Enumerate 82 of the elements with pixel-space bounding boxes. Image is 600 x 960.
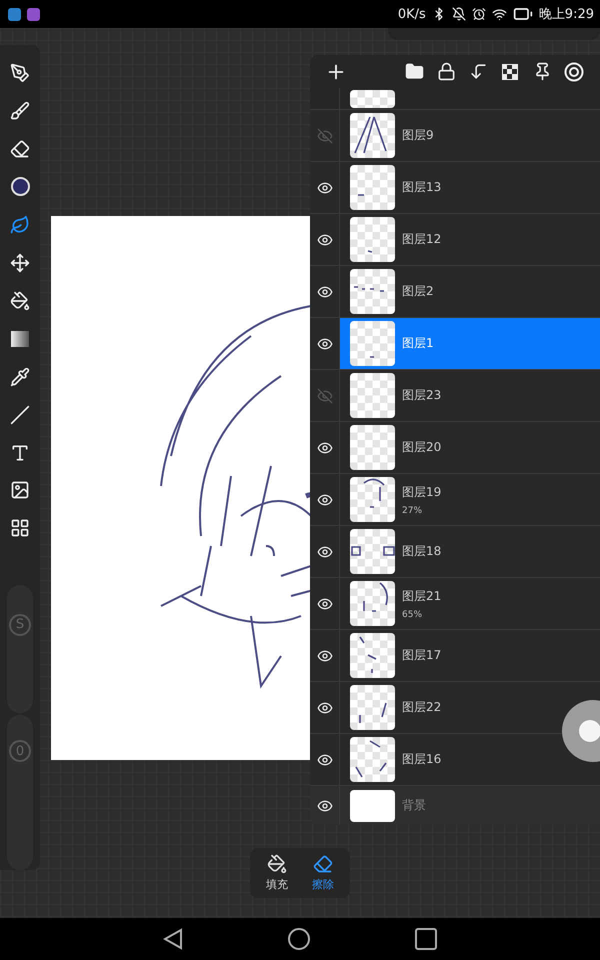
sketch-thumbnail-drawing <box>351 546 395 556</box>
layer-name: 图层21 <box>402 588 442 604</box>
sketch-thumbnail-drawing <box>355 740 387 778</box>
sketch-thumbnail-drawing <box>368 250 372 253</box>
sketch-thumbnail-drawing <box>359 702 387 724</box>
mode-button[interactable]: 填充 <box>266 854 288 892</box>
paint-bucket-icon <box>10 290 30 311</box>
layer-name: 图层20 <box>402 439 442 456</box>
layer-name: 背景 <box>402 797 426 814</box>
eye-icon <box>316 284 332 300</box>
layer-thumbnail <box>350 90 395 108</box>
wifi-icon <box>492 6 507 22</box>
app-icon <box>27 8 40 20</box>
grid-icon <box>10 518 30 538</box>
layer-row[interactable]: 图层21 65% <box>340 578 600 629</box>
eye-icon <box>316 752 332 768</box>
eraser-icon <box>10 138 30 159</box>
layer-row[interactable]: 图层9 <box>340 110 600 161</box>
back-button[interactable] <box>163 928 183 950</box>
line-icon <box>10 404 30 425</box>
layer-thumbnail <box>350 425 395 470</box>
layer-name: 图层23 <box>402 387 442 404</box>
layer-name: 图层19 <box>402 484 442 500</box>
selected-layer-row[interactable]: 图层1 <box>340 318 600 369</box>
layer-name: 图层9 <box>402 127 434 144</box>
layer-opacity: 65% <box>402 610 424 620</box>
eye-icon <box>316 492 332 508</box>
layer-row[interactable]: 图层13 <box>340 162 600 213</box>
alarm-icon <box>472 7 486 21</box>
home-button[interactable] <box>287 927 311 951</box>
eye-off-icon <box>316 128 332 144</box>
lasso-icon <box>10 214 30 235</box>
sketch-thumbnail-drawing <box>353 286 385 292</box>
eye-icon <box>316 648 332 664</box>
layer-name: 图层18 <box>402 543 442 560</box>
layer-name: 图层13 <box>402 179 442 196</box>
image-icon <box>10 480 30 500</box>
move-icon <box>10 252 30 273</box>
sketch-thumbnail-drawing <box>359 636 377 674</box>
layer-row[interactable]: 图层17 <box>340 630 600 681</box>
layer-name: 图层2 <box>402 283 434 300</box>
paint-bucket-icon <box>267 854 287 874</box>
eye-icon <box>316 180 332 196</box>
layer-row[interactable]: 图层19 27% <box>340 474 600 525</box>
pen-icon <box>10 62 30 83</box>
layer-opacity: 27% <box>402 506 424 516</box>
eye-icon <box>316 232 332 248</box>
eye-icon <box>316 336 332 352</box>
eye-icon <box>316 544 332 560</box>
sketch-thumbnail-drawing <box>363 478 385 508</box>
layer-name: 图层1 <box>402 335 434 352</box>
layer-name: 图层16 <box>402 751 442 768</box>
eraser-icon <box>313 854 333 874</box>
layer-row[interactable]: 图层16 <box>340 734 600 785</box>
layer-thumbnail <box>350 790 395 822</box>
brush-icon <box>10 100 30 121</box>
sketch-thumbnail-drawing <box>363 582 388 612</box>
eye-icon <box>316 440 332 456</box>
layer-thumbnail <box>350 373 395 418</box>
mute-icon <box>452 7 466 21</box>
text-icon <box>10 442 30 462</box>
layer-row[interactable]: 图层20 <box>340 422 600 473</box>
eye-icon <box>316 798 332 814</box>
recents-button[interactable] <box>415 928 437 950</box>
mode-button[interactable]: 擦除 <box>312 854 334 892</box>
layer-row[interactable]: 图层18 <box>340 526 600 577</box>
eye-icon <box>316 700 332 716</box>
eye-icon <box>316 596 332 612</box>
network-speed: 0K/s <box>398 6 426 22</box>
app-icon <box>8 8 21 20</box>
eye-off-icon <box>316 388 332 404</box>
eyedropper-icon <box>10 366 30 387</box>
layer-name: 图层22 <box>402 699 442 716</box>
sketch-thumbnail-drawing <box>354 116 387 154</box>
layer-row[interactable]: 图层23 <box>340 370 600 421</box>
layer-row[interactable]: 图层22 <box>340 682 600 733</box>
gradient-icon <box>11 330 29 347</box>
layer-row[interactable]: 图层12 <box>340 214 600 265</box>
clock-time: 晚上9:29 <box>538 6 594 23</box>
layer-row[interactable]: 图层2 <box>340 266 600 317</box>
layer-name: 图层12 <box>402 231 442 248</box>
layer-name: 图层17 <box>402 647 442 664</box>
